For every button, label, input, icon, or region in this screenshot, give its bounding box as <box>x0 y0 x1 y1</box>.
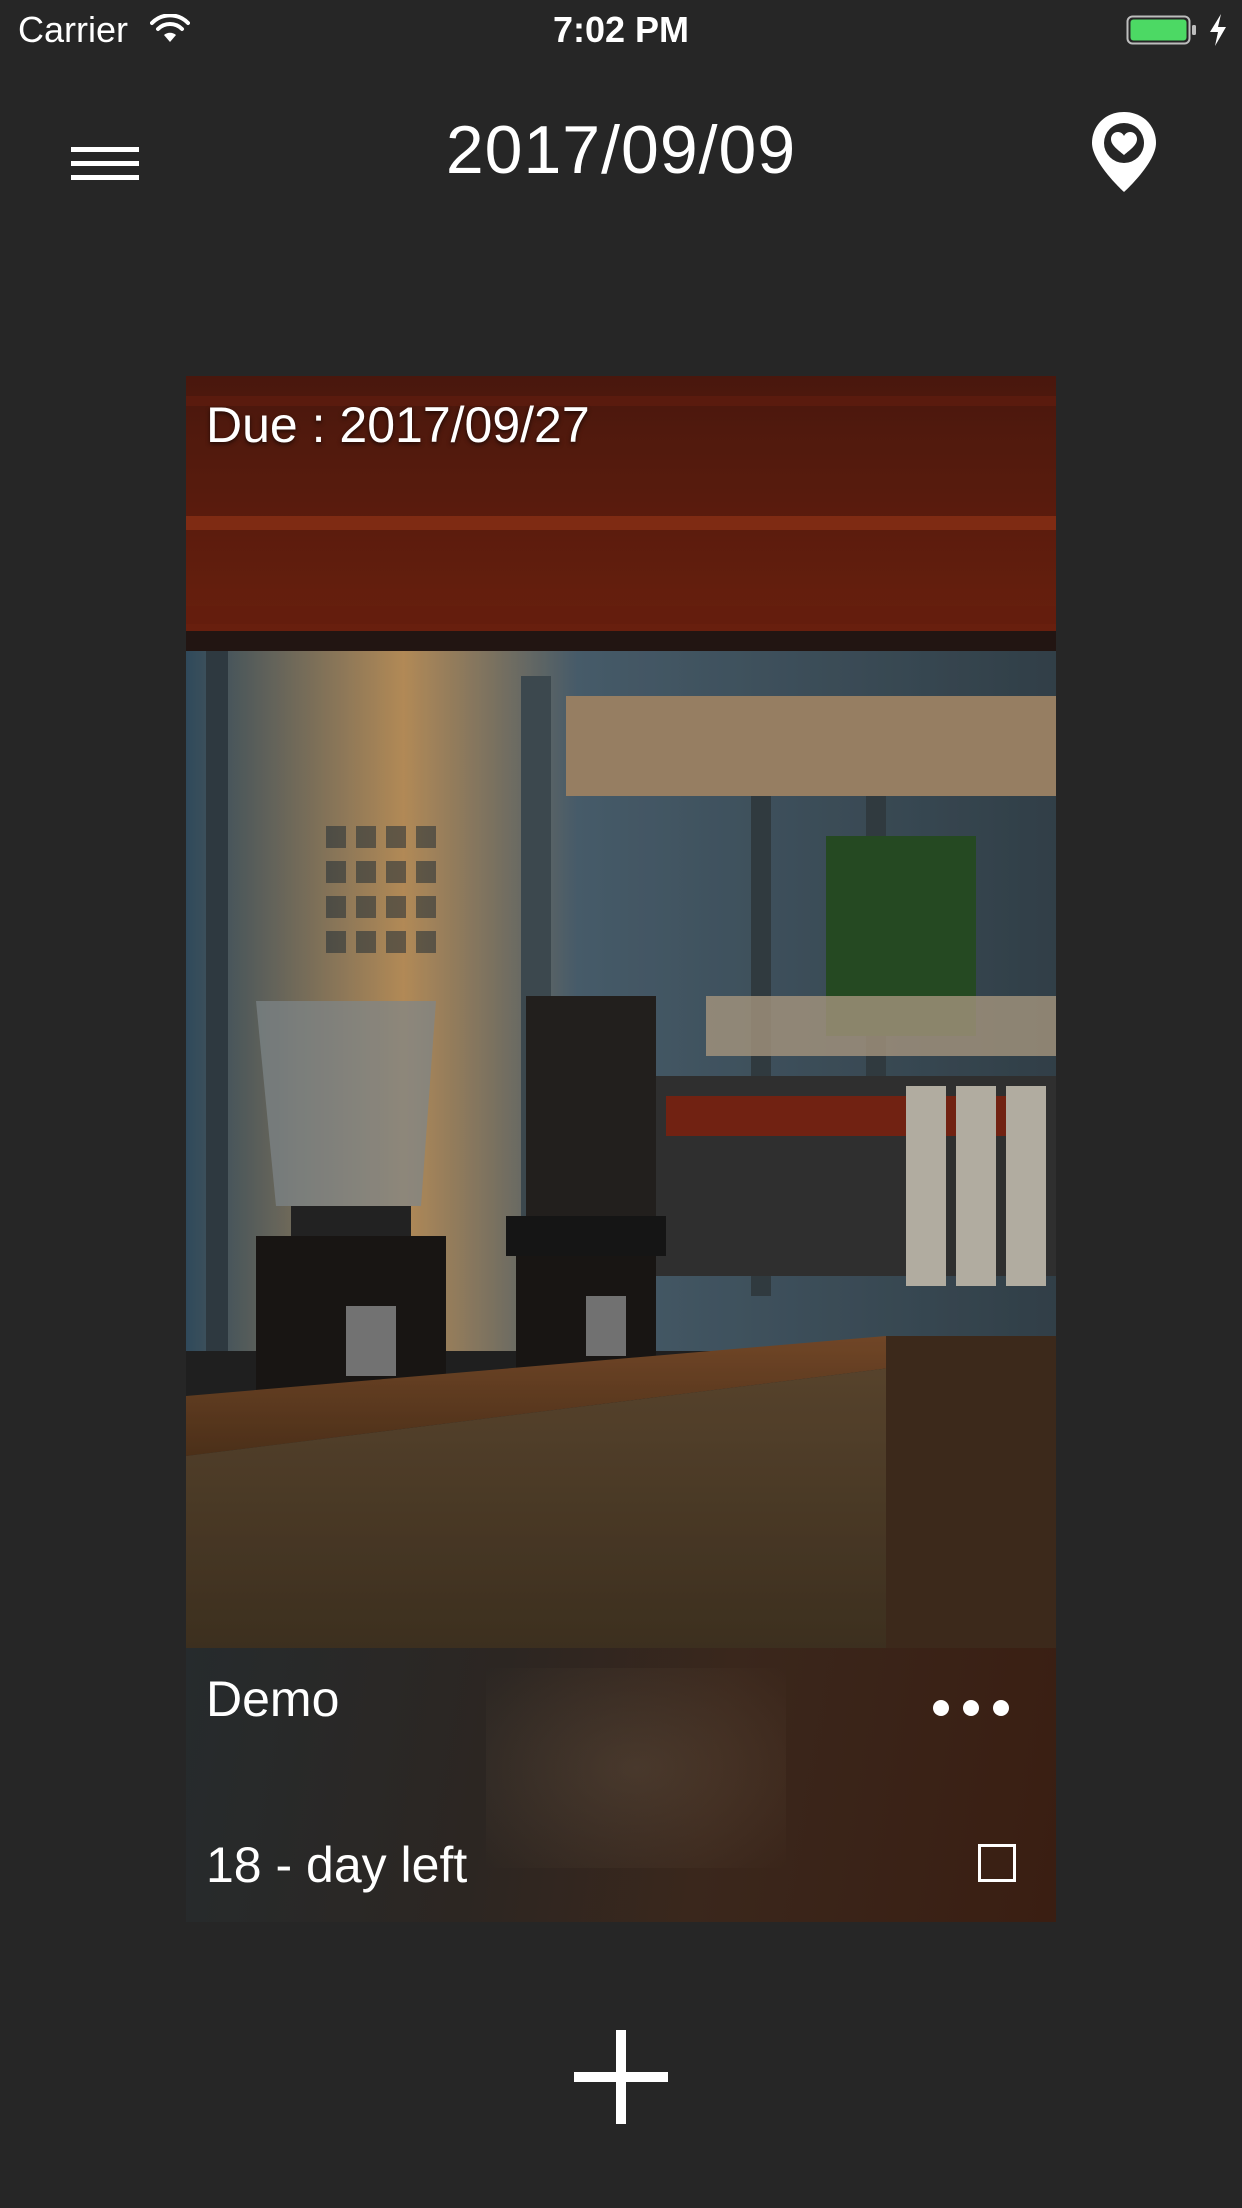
ellipsis-icon <box>933 1700 1009 1716</box>
add-button[interactable] <box>574 2030 668 2124</box>
days-left-label: 18 - day left <box>206 1837 468 1893</box>
more-options-button[interactable] <box>926 1688 1016 1728</box>
status-bar: Carrier 7:02 PM <box>0 0 1242 60</box>
status-time: 7:02 PM <box>552 9 690 50</box>
navigation-bar: 2017/09/09 <box>0 90 1242 210</box>
task-card[interactable]: Due : 2017/09/27 Demo 18 - day left <box>186 376 1056 1922</box>
page-title: 2017/09/09 <box>445 112 797 188</box>
card-photo <box>186 376 1056 1648</box>
favorite-location-button[interactable] <box>1084 108 1164 198</box>
card-footer: Demo 18 - day left <box>186 1648 1056 1922</box>
complete-checkbox[interactable] <box>978 1844 1016 1882</box>
battery-icon <box>1126 12 1198 48</box>
card-title: Demo <box>206 1671 340 1727</box>
due-date-label: Due : 2017/09/27 <box>206 397 590 453</box>
location-heart-pin-icon <box>1092 112 1156 192</box>
charging-bolt-icon <box>1206 12 1230 48</box>
plus-icon <box>574 2030 668 2124</box>
